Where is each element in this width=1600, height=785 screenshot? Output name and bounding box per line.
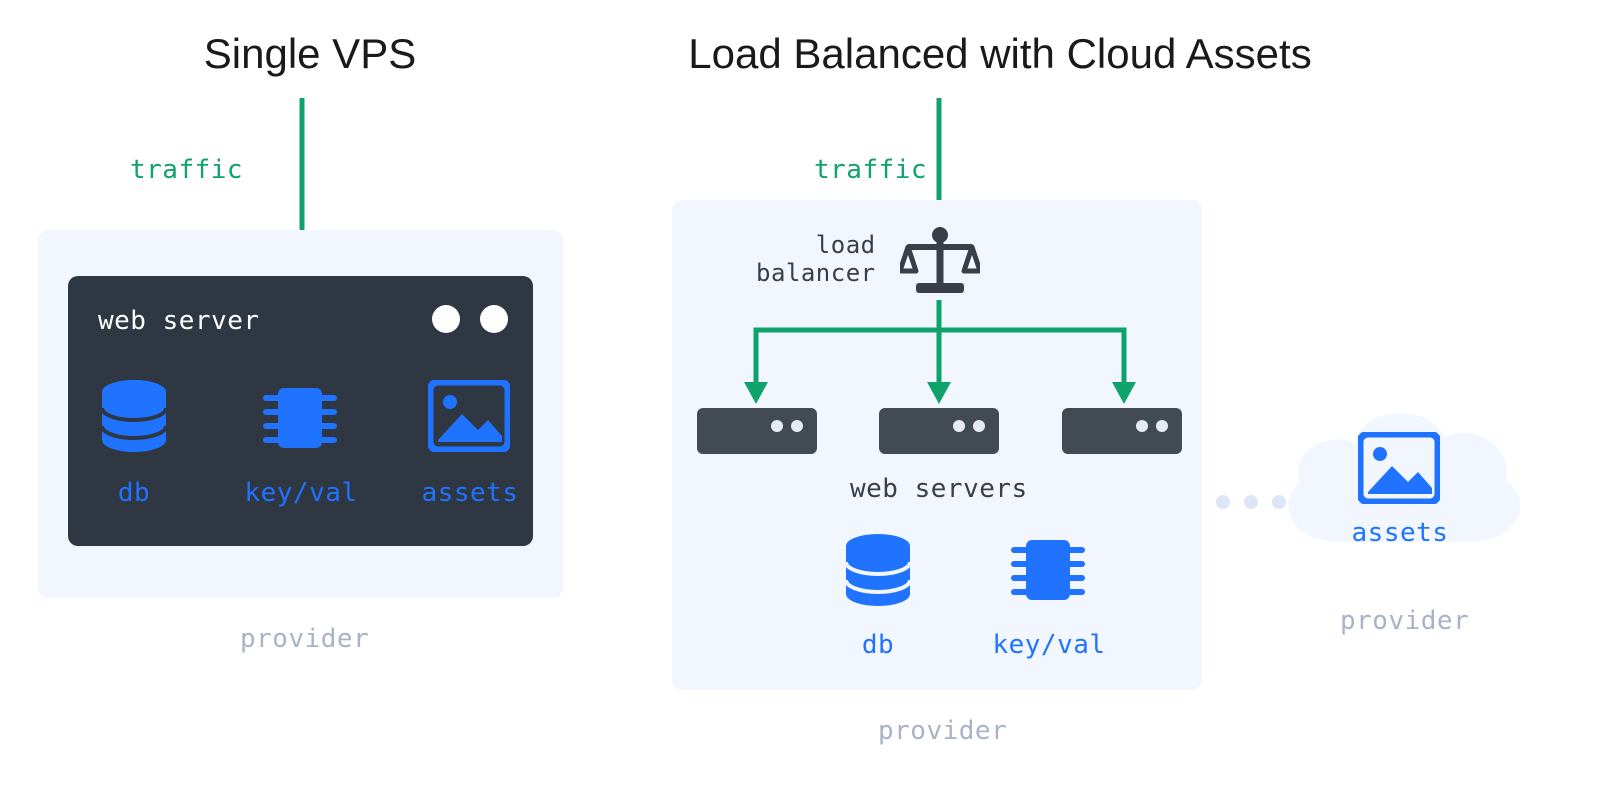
provider-label-left: provider [240,624,369,654]
status-dot [771,420,783,432]
cloud-provider-label: provider [1340,606,1469,636]
web-server-label: web server [98,306,260,336]
lb-fanout-arrows [730,300,1150,410]
web-server-node [879,408,999,454]
provider-label-right: provider [878,716,1007,746]
database-icon [842,534,914,610]
db-label: db [98,478,170,508]
status-dot [1156,420,1168,432]
chip-icon [260,378,340,458]
status-dot [1136,420,1148,432]
keyval-label-right: key/val [984,630,1114,660]
load-balanced-title: Load Balanced with Cloud Assets [640,30,1360,78]
connection-dot [1216,495,1230,509]
status-dot [432,305,460,333]
traffic-label-right: traffic [814,155,927,185]
database-icon [98,380,170,456]
connection-dot [1244,495,1258,509]
image-icon [428,380,510,452]
image-icon [1358,432,1440,504]
single-vps-title: Single VPS [60,30,560,78]
load-balancer-icon [900,225,980,297]
web-server-node [1062,408,1182,454]
cloud-assets-label: assets [1340,518,1460,548]
assets-label: assets [410,478,530,508]
traffic-label-left: traffic [130,155,243,185]
web-server-node [697,408,817,454]
status-dot [973,420,985,432]
chip-icon [1008,530,1088,610]
load-balancer-label: load balancer [756,232,876,287]
keyval-label: key/val [236,478,366,508]
status-dot [953,420,965,432]
db-label-right: db [842,630,914,660]
web-servers-label: web servers [850,474,1028,504]
status-dot [791,420,803,432]
status-dot [480,305,508,333]
